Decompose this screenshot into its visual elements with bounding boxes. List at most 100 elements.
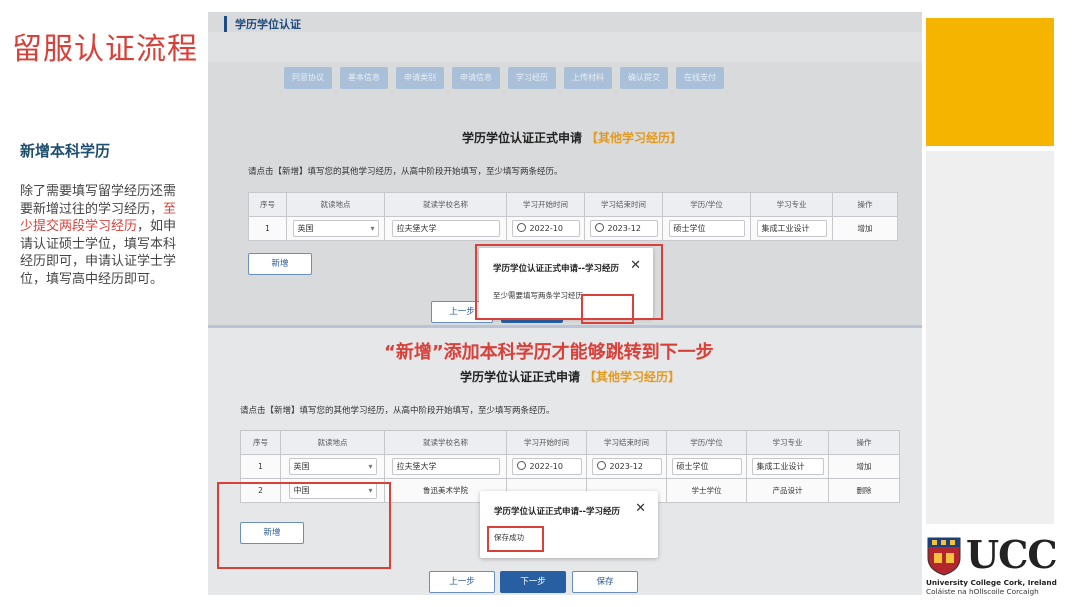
start-cell: 2022-10 (506, 454, 587, 479)
next-button-bottom[interactable]: 下一步 (500, 571, 566, 593)
step-6[interactable]: 上传材料 (564, 67, 612, 89)
start-date-value: 2022-10 (529, 462, 563, 471)
start-cell: 2022-10 (506, 216, 585, 241)
end-cell: 2023-12 (586, 454, 667, 479)
hint-top: 请点击【新增】填写您的其他学习经历，从高中阶段开始填写，至少填写两条经历。 (248, 167, 563, 177)
form-title-top: 学历学位认证正式申请 【其他学习经历】 (462, 129, 682, 146)
col-school: 就读学校名称 (384, 430, 507, 455)
step-8[interactable]: 在线支付 (676, 67, 724, 89)
degree-cell: 硕士学位 (662, 216, 751, 241)
experience-table-top: 序号 就读地点 就读学校名称 学习开始时间 学习结束时间 学历/学位 学习专业 … (248, 192, 898, 241)
step-5[interactable]: 学习经历 (508, 67, 556, 89)
clock-icon (516, 223, 526, 232)
col-school: 就读学校名称 (384, 192, 507, 217)
ucc-name-irish: Coláiste na hOllscoile Corcaigh (926, 587, 1039, 596)
end-date-value: 2023-12 (607, 224, 641, 233)
col-op: 操作 (828, 430, 900, 455)
major-cell: 集成工业设计 (750, 216, 833, 241)
end-cell: 2023-12 (584, 216, 663, 241)
major-input[interactable]: 集成工业设计 (756, 220, 827, 237)
col-start: 学习开始时间 (506, 192, 585, 217)
section-title: 学历学位认证 (224, 16, 301, 32)
gray-block (926, 151, 1054, 524)
col-no: 序号 (240, 430, 281, 455)
close-icon[interactable]: ✕ (635, 501, 646, 516)
screenshot-area: 学历学位认证 同意协议 基本信息 申请类别 申请信息 学习经历 上传材料 确认提… (208, 12, 922, 595)
form-subtitle: 【其他学习经历】 (584, 370, 681, 384)
slide-subtitle: 新增本科学历 (20, 142, 111, 160)
step-4[interactable]: 申请信息 (452, 67, 500, 89)
school-cell: 拉夫堡大学 (384, 454, 507, 479)
place-cell: 英国 (286, 216, 385, 241)
op-link[interactable]: 删除 (828, 478, 900, 503)
ucc-logo: UCC University College Cork, Ireland Col… (926, 532, 1058, 598)
form-title-text: 学历学位认证正式申请 (462, 131, 583, 145)
place-select[interactable]: 英国 (292, 220, 379, 237)
step-2[interactable]: 基本信息 (340, 67, 388, 89)
desc-part1: 除了需要填写留学经历还需要新增过往的学习经历， (20, 184, 177, 217)
place-select[interactable]: 英国 (288, 458, 377, 475)
add-button-top[interactable]: 新增 (248, 253, 312, 275)
modal-title-bottom: 学历学位认证正式申请--学习经历 (494, 507, 621, 517)
top-strip (208, 32, 922, 62)
op-link[interactable]: 增加 (828, 454, 900, 479)
degree-cell[interactable]: 学士学位 (666, 478, 747, 503)
start-date-value: 2022-10 (529, 224, 563, 233)
step-1[interactable]: 同意协议 (284, 67, 332, 89)
place-cell: 英国 (280, 454, 385, 479)
major-cell[interactable]: 产品设计 (746, 478, 829, 503)
col-place: 就读地点 (286, 192, 385, 217)
school-input[interactable]: 拉夫堡大学 (391, 458, 500, 475)
row-no: 1 (248, 216, 287, 241)
step-bar: 同意协议 基本信息 申请类别 申请信息 学习经历 上传材料 确认提交 在线支付 (284, 67, 724, 89)
school-input[interactable]: 拉夫堡大学 (391, 220, 500, 237)
step-3[interactable]: 申请类别 (396, 67, 444, 89)
table-row: 1 英国 拉夫堡大学 2022-10 2023-12 硕士学位 集成工业设计 增… (240, 454, 900, 479)
highlight-box-row2 (217, 482, 391, 569)
op-link[interactable]: 增加 (832, 216, 898, 241)
start-date-input[interactable]: 2022-10 (511, 220, 580, 237)
yellow-block (926, 18, 1054, 146)
end-date-input[interactable]: 2023-12 (591, 458, 662, 475)
col-end: 学习结束时间 (586, 430, 667, 455)
degree-cell: 硕士学位 (666, 454, 747, 479)
clock-icon (594, 223, 604, 232)
col-major: 学习专业 (750, 192, 833, 217)
highlight-box-modal-top (475, 244, 663, 320)
major-input[interactable]: 集成工业设计 (751, 458, 824, 475)
degree-input[interactable]: 硕士学位 (671, 458, 742, 475)
form-title-bottom: 学历学位认证正式申请 【其他学习经历】 (460, 368, 680, 385)
form-subtitle: 【其他学习经历】 (586, 131, 683, 145)
red-caption: “新增”添加本科学历才能够跳转到下一步 (384, 342, 714, 363)
step-7[interactable]: 确认提交 (620, 67, 668, 89)
col-start: 学习开始时间 (506, 430, 587, 455)
prev-button-bottom[interactable]: 上一步 (429, 571, 495, 593)
col-no: 序号 (248, 192, 287, 217)
save-button-bottom[interactable]: 保存 (572, 571, 638, 593)
ucc-name-english: University College Cork, Ireland (926, 578, 1057, 587)
col-op: 操作 (832, 192, 898, 217)
form-title-text: 学历学位认证正式申请 (460, 370, 581, 384)
col-degree: 学历/学位 (662, 192, 751, 217)
table-row: 1 英国 拉夫堡大学 2022-10 2023-12 硕士学位 集成工业设计 增… (248, 216, 898, 241)
panel-divider (208, 325, 922, 328)
end-date-value: 2023-12 (609, 462, 643, 471)
start-date-input[interactable]: 2022-10 (511, 458, 582, 475)
highlight-box-save-success (487, 526, 544, 552)
end-date-input[interactable]: 2023-12 (589, 220, 658, 237)
slide-title: 留服认证流程 (12, 32, 198, 67)
col-place: 就读地点 (280, 430, 385, 455)
crest-icon (927, 537, 961, 576)
slide-description: 除了需要填写留学经历还需要新增过往的学习经历，至少提交两段学习经历，如申请认证硕… (20, 183, 188, 289)
hint-bottom: 请点击【新增】填写您的其他学习经历，从高中阶段开始填写，至少填写两条经历。 (240, 406, 555, 416)
degree-input[interactable]: 硕士学位 (668, 220, 745, 237)
row-no: 1 (240, 454, 281, 479)
col-end: 学习结束时间 (584, 192, 663, 217)
major-cell: 集成工业设计 (746, 454, 829, 479)
highlight-box-button-top (581, 294, 634, 324)
ucc-wordmark: UCC (966, 532, 1058, 577)
clock-icon (596, 461, 606, 470)
clock-icon (516, 461, 526, 470)
col-degree: 学历/学位 (666, 430, 747, 455)
col-major: 学习专业 (746, 430, 829, 455)
